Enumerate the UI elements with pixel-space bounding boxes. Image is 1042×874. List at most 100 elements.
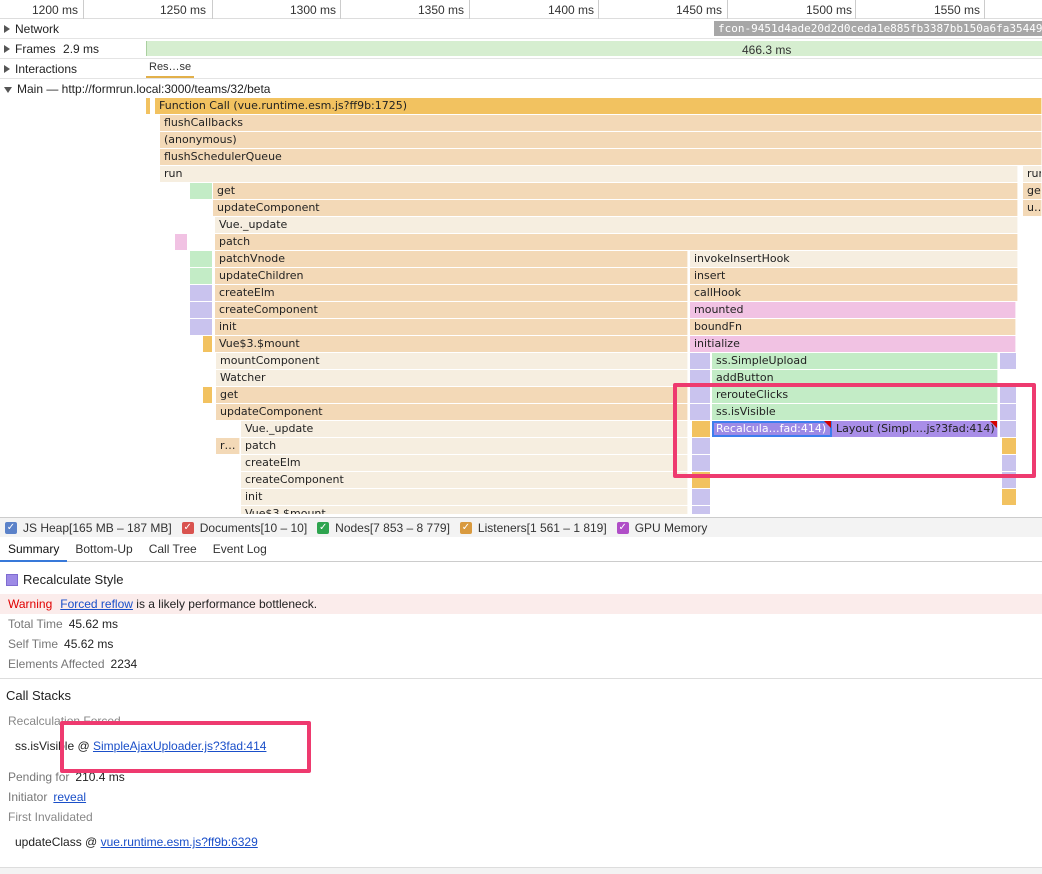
tab-bottom-up[interactable]: Bottom-Up — [67, 538, 140, 562]
flame-sliver[interactable] — [1000, 353, 1016, 369]
flame-block-mounted[interactable]: mounted — [690, 302, 1016, 318]
frames-track-label[interactable]: Frames 2.9 ms — [4, 42, 99, 56]
flame-sliver[interactable] — [190, 302, 212, 318]
network-track-label[interactable]: Network — [4, 22, 59, 36]
flame-block-call-hook[interactable]: callHook — [690, 285, 1018, 301]
flame-chart[interactable]: Function Call (vue.runtime.esm.js?ff9b:1… — [0, 97, 1042, 514]
counter-gpu-memory[interactable]: ✓ GPU Memory — [616, 521, 707, 535]
flame-block-initialize[interactable]: initialize — [690, 336, 1016, 352]
flame-block-patch-vnode[interactable]: patchVnode — [215, 251, 688, 267]
flame-sliver[interactable] — [690, 353, 710, 369]
flame-sliver[interactable] — [175, 234, 187, 250]
interactions-track[interactable]: Interactions Res…se — [0, 59, 1042, 79]
timeline-ruler[interactable]: 1200 ms 1250 ms 1300 ms 1350 ms 1400 ms … — [0, 0, 1042, 19]
counter-listeners[interactable]: ✓ Listeners[1 561 – 1 819] — [459, 521, 607, 535]
flame-block-vue-mount[interactable]: Vue$3.$mount — [215, 336, 688, 352]
flame-sliver[interactable] — [190, 268, 212, 284]
network-request-bar[interactable]: fcon-9451d4ade20d2d0ceda1e885fb3387bb150… — [714, 21, 1042, 36]
flame-block-get[interactable]: get — [213, 183, 1018, 199]
interaction-event[interactable]: Res…se — [146, 60, 194, 78]
flame-sliver[interactable] — [1002, 438, 1016, 454]
flame-block-reroute-clicks[interactable]: rerouteClicks — [712, 387, 998, 403]
checkbox-checked-icon[interactable]: ✓ — [181, 521, 194, 534]
checkbox-checked-icon[interactable]: ✓ — [317, 521, 330, 534]
flame-sliver[interactable] — [190, 285, 212, 301]
flame-block-update-children[interactable]: updateChildren — [215, 268, 688, 284]
frames-track[interactable]: Frames 2.9 ms 466.3 ms — [0, 39, 1042, 59]
flame-block-mount-component[interactable]: mountComponent — [216, 353, 688, 369]
flame-block-get-2[interactable]: get — [216, 387, 688, 403]
flame-sliver[interactable] — [1000, 421, 1016, 437]
flame-sliver[interactable] — [190, 183, 212, 199]
tab-summary[interactable]: Summary — [0, 538, 68, 562]
flame-block-watcher[interactable]: Watcher — [216, 370, 688, 386]
flame-block-function-call[interactable]: Function Call (vue.runtime.esm.js?ff9b:1… — [155, 98, 1042, 114]
flame-block-layout[interactable]: Layout (Simpl….js?3fad:414) — [832, 421, 998, 437]
flame-block-create-elm-2[interactable]: createElm — [241, 455, 688, 471]
flame-block-add-button[interactable]: addButton — [712, 370, 998, 386]
interactions-track-label[interactable]: Interactions — [4, 62, 77, 76]
flame-sliver[interactable] — [1002, 489, 1016, 505]
flame-sliver[interactable] — [690, 387, 710, 403]
tab-call-tree[interactable]: Call Tree — [141, 538, 205, 562]
flame-block-init[interactable]: init — [215, 319, 688, 335]
expand-triangle-icon[interactable] — [4, 45, 10, 53]
flame-block-vue-update[interactable]: Vue._update — [215, 217, 1018, 233]
tab-event-log[interactable]: Event Log — [205, 538, 275, 562]
flame-block-get-right[interactable]: get — [1023, 183, 1042, 199]
counter-nodes[interactable]: ✓ Nodes[7 853 – 8 779] — [317, 521, 450, 535]
reveal-link[interactable]: reveal — [53, 790, 86, 804]
flame-block-create-component-2[interactable]: createComponent — [241, 472, 688, 488]
flame-block-run-right[interactable]: run — [1023, 166, 1042, 182]
details-tabs[interactable]: Summary Bottom-Up Call Tree Event Log — [0, 538, 1042, 562]
counters-legend[interactable]: ✓ JS Heap[165 MB – 187 MB] ✓ Documents[1… — [0, 517, 1042, 537]
source-link[interactable]: SimpleAjaxUploader.js?3fad:414 — [93, 739, 266, 753]
checkbox-checked-icon[interactable]: ✓ — [616, 521, 629, 534]
flame-block-simple-upload[interactable]: ss.SimpleUpload — [712, 353, 998, 369]
flame-block-update-component-right[interactable]: u… — [1023, 200, 1042, 216]
flame-block-r-short[interactable]: r… — [216, 438, 240, 454]
flame-block-flush-callbacks[interactable]: flushCallbacks — [160, 115, 1042, 131]
network-track[interactable]: Network fcon-9451d4ade20d2d0ceda1e885fb3… — [0, 19, 1042, 39]
flame-sliver[interactable] — [1002, 472, 1016, 488]
flame-sliver[interactable] — [692, 421, 710, 437]
flame-sliver[interactable] — [692, 455, 710, 471]
flame-block-create-component[interactable]: createComponent — [215, 302, 688, 318]
flame-sliver[interactable] — [690, 404, 710, 420]
frame-bar[interactable] — [146, 41, 1042, 56]
main-track[interactable]: Main — http://formrun.local:3000/teams/3… — [0, 79, 1042, 97]
flame-block-insert[interactable]: insert — [690, 268, 1018, 284]
flame-block-is-visible[interactable]: ss.isVisible — [712, 404, 998, 420]
flame-block-recalculate-style[interactable]: Recalcula…fad:414) — [712, 421, 832, 437]
counter-js-heap[interactable]: ✓ JS Heap[165 MB – 187 MB] — [5, 521, 172, 535]
expand-triangle-icon[interactable] — [4, 25, 10, 33]
forced-reflow-link[interactable]: Forced reflow — [60, 597, 133, 611]
flame-block-patch-2[interactable]: patch — [241, 438, 688, 454]
flame-block-flush-scheduler-queue[interactable]: flushSchedulerQueue — [160, 149, 1042, 165]
flame-sliver[interactable] — [690, 370, 710, 386]
flame-block-bound-fn[interactable]: boundFn — [690, 319, 1016, 335]
flame-block-patch[interactable]: patch — [215, 234, 1018, 250]
flame-sliver[interactable] — [692, 438, 710, 454]
flame-sliver[interactable] — [692, 506, 710, 514]
flame-sliver[interactable] — [190, 319, 212, 335]
expand-triangle-icon[interactable] — [4, 65, 10, 73]
flame-sliver[interactable] — [146, 98, 150, 114]
flame-sliver[interactable] — [203, 336, 212, 352]
flame-block-vue-update-2[interactable]: Vue._update — [241, 421, 688, 437]
flame-sliver[interactable] — [1000, 404, 1016, 420]
flame-sliver[interactable] — [190, 251, 212, 267]
flame-block-anonymous[interactable]: (anonymous) — [160, 132, 1042, 148]
flame-sliver[interactable] — [203, 387, 212, 403]
main-track-label[interactable]: Main — http://formrun.local:3000/teams/3… — [4, 82, 270, 96]
counter-documents[interactable]: ✓ Documents[10 – 10] — [181, 521, 307, 535]
flame-block-invoke-insert-hook[interactable]: invokeInsertHook — [690, 251, 1018, 267]
flame-sliver[interactable] — [692, 489, 710, 505]
flame-block-run[interactable]: run — [160, 166, 1018, 182]
flame-sliver[interactable] — [692, 472, 710, 488]
flame-sliver[interactable] — [1000, 387, 1016, 403]
checkbox-checked-icon[interactable]: ✓ — [459, 521, 472, 534]
flame-sliver[interactable] — [1002, 455, 1016, 471]
flame-block-init-2[interactable]: init — [241, 489, 688, 505]
collapse-triangle-icon[interactable] — [4, 87, 12, 93]
